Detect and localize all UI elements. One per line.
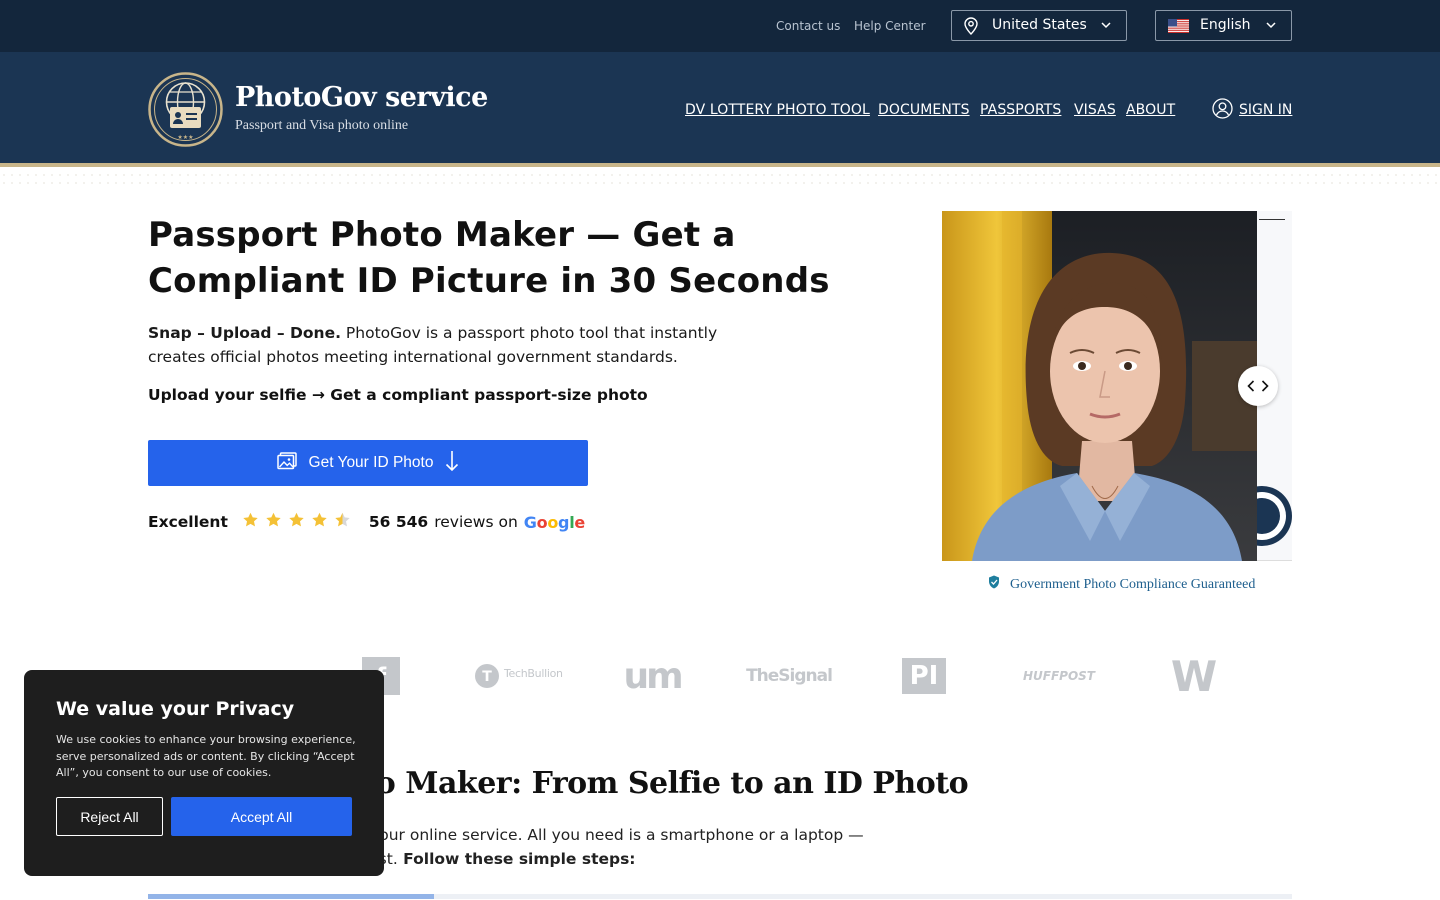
- carousel-indicator-line: [1259, 219, 1285, 220]
- country-select-value: United States: [992, 17, 1087, 33]
- svg-text:T: T: [482, 669, 492, 685]
- accept-all-button[interactable]: Accept All: [171, 797, 352, 836]
- section-body-bold: Follow these simple steps:: [397, 850, 636, 868]
- top-utility-bar: Contact us Help Center United States Eng…: [0, 0, 1440, 52]
- press-logo-um: um: [623, 655, 683, 697]
- nav-visas[interactable]: VISAS: [1074, 102, 1116, 118]
- steps-progress-bar: [148, 894, 1292, 899]
- cookie-title: We value your Privacy: [56, 698, 295, 720]
- get-id-photo-button[interactable]: Get Your ID Photo: [148, 440, 588, 486]
- rating-stars: [242, 512, 351, 532]
- press-logo-pi-text: PI: [902, 658, 946, 694]
- header-divider: [0, 171, 1440, 187]
- cookie-consent-banner: We value your Privacy We use cookies to …: [24, 670, 384, 876]
- compliance-guarantee-text: Government Photo Compliance Guaranteed: [1010, 576, 1256, 592]
- hero-description: Snap – Upload – Done. PhotoGov is a pass…: [148, 321, 728, 369]
- press-logo-thesignal-text: TheSignal: [746, 666, 833, 686]
- compliance-guarantee: Government Photo Compliance Guaranteed: [988, 575, 1255, 594]
- sign-in-link[interactable]: SIGN IN: [1239, 102, 1292, 118]
- image-icon: [276, 451, 297, 475]
- photogov-logo-icon[interactable]: ★★★: [148, 72, 223, 147]
- nav-documents[interactable]: DOCUMENTS: [878, 102, 970, 118]
- chevron-down-icon: [1265, 19, 1277, 35]
- country-select[interactable]: United States: [951, 10, 1127, 41]
- press-logo-thesignal: TheSignal: [746, 655, 833, 697]
- press-logo-huffpost: HUFFPOST: [1018, 655, 1100, 697]
- reject-all-button[interactable]: Reject All: [56, 797, 163, 836]
- star-icon: [311, 512, 328, 532]
- user-icon[interactable]: [1212, 98, 1233, 123]
- google-logo[interactable]: Google: [524, 513, 585, 532]
- hero-title-bold: Passport Photo Maker: [148, 215, 575, 255]
- language-select-value: English: [1200, 17, 1251, 33]
- arrow-down-icon: [445, 450, 459, 477]
- star-icon: [265, 512, 282, 532]
- press-logo-w-text: W: [1170, 651, 1218, 701]
- chevron-down-icon: [1100, 19, 1112, 35]
- press-logo-um-text: um: [623, 655, 683, 697]
- chevron-right-icon[interactable]: [1261, 377, 1269, 396]
- press-logo-techbullion-text: TechBullion: [504, 667, 563, 680]
- site-header: ★★★ PhotoGov service Passport and Visa p…: [0, 52, 1440, 167]
- star-icon: [242, 512, 259, 532]
- press-logo-w: W: [1166, 652, 1222, 701]
- reviews-on-label: reviews on: [434, 513, 518, 531]
- carousel-photo: [942, 211, 1257, 561]
- cookie-text: We use cookies to enhance your browsing …: [56, 733, 356, 779]
- star-icon: [288, 512, 305, 532]
- hero-upload-line: Upload your selfie → Get a compliant pas…: [148, 386, 648, 404]
- nav-dv-lottery-photo-tool[interactable]: DV LOTTERY PHOTO TOOL: [685, 102, 870, 118]
- nav-about[interactable]: ABOUT: [1126, 102, 1175, 118]
- help-center-link[interactable]: Help Center: [854, 19, 926, 33]
- rating-label: Excellent: [148, 513, 228, 531]
- chevron-left-icon[interactable]: [1247, 377, 1255, 396]
- hero-title: Passport Photo Maker — Get a Compliant I…: [148, 212, 848, 304]
- brand-tagline: Passport and Visa photo online: [235, 118, 409, 133]
- svg-text:★★★: ★★★: [177, 134, 193, 141]
- steps-progress-fill: [148, 894, 434, 899]
- us-flag-icon: [1168, 19, 1189, 33]
- press-logo-techbullion: T TechBullion: [474, 655, 563, 697]
- press-logo-huffpost-text: HUFFPOST: [1022, 669, 1095, 683]
- rating-row: Excellent 56 546 reviews on Google: [148, 512, 585, 532]
- language-select[interactable]: English: [1155, 10, 1292, 41]
- brand-name[interactable]: PhotoGov service: [235, 82, 488, 113]
- location-pin-icon: [964, 17, 978, 39]
- review-count: 56 546: [368, 513, 429, 531]
- star-icon: [334, 512, 351, 532]
- get-id-photo-label: Get Your ID Photo: [308, 454, 434, 471]
- carousel-nav-button[interactable]: [1238, 366, 1278, 406]
- contact-us-link[interactable]: Contact us: [776, 19, 840, 33]
- hero-description-bold: Snap – Upload – Done.: [148, 324, 341, 342]
- nav-passports[interactable]: PASSPORTS: [980, 102, 1061, 118]
- press-logo-pi: PI: [902, 655, 946, 697]
- shield-check-icon: [988, 575, 1000, 594]
